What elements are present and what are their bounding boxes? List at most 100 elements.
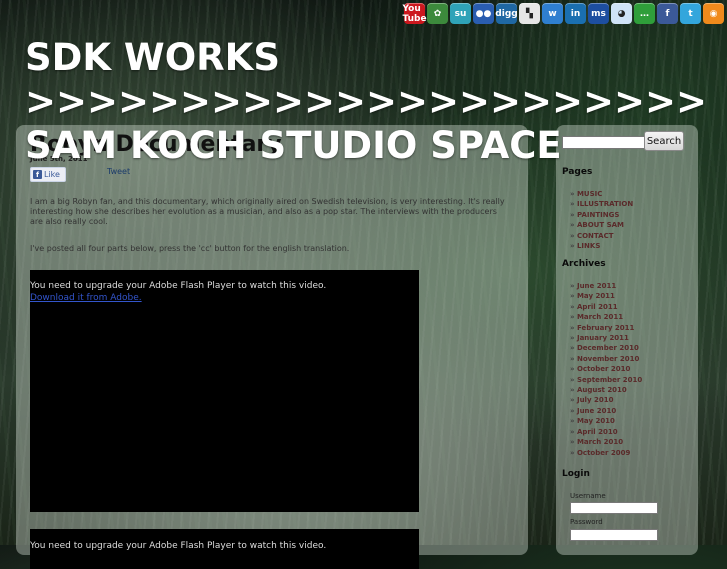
myspace-icon[interactable]: ms <box>588 3 609 24</box>
archive-link-label: January 2011 <box>576 334 629 343</box>
like-label: Like <box>44 170 60 179</box>
password-field[interactable] <box>570 529 658 541</box>
flash-video-embed[interactable]: You need to upgrade your Adobe Flash Pla… <box>30 270 419 512</box>
twitter-icon[interactable]: t <box>680 3 701 24</box>
flash-upgrade-message: You need to upgrade your Adobe Flash Pla… <box>30 281 327 291</box>
bullet-icon: » <box>570 221 577 230</box>
flickr-icon[interactable]: ●● <box>473 3 494 24</box>
archive-link-label: May 2010 <box>576 417 615 426</box>
password-label: Password <box>570 518 603 526</box>
archive-link-label: March 2011 <box>576 313 624 322</box>
bullet-icon: » <box>570 323 577 332</box>
bullet-icon: » <box>570 242 577 251</box>
bullet-icon: » <box>570 302 577 311</box>
archive-link-label: May 2011 <box>576 292 615 301</box>
archive-link[interactable]: » June 2011 <box>570 281 642 291</box>
youtube-icon[interactable]: You Tube <box>402 3 427 24</box>
archives-heading: Archives <box>562 259 606 269</box>
archive-link[interactable]: » September 2010 <box>570 375 642 385</box>
archive-link[interactable]: » April 2011 <box>570 302 642 312</box>
archive-link-label: July 2010 <box>576 396 614 405</box>
archive-link[interactable]: » May 2011 <box>570 291 642 301</box>
bullet-icon: » <box>570 292 577 301</box>
archive-link-label: April 2010 <box>576 427 618 436</box>
post-body-paragraph: I am a big Robyn fan, and this documenta… <box>30 197 505 226</box>
username-field[interactable] <box>570 502 658 514</box>
post-body-paragraph-2: I've posted all four parts below, press … <box>30 244 350 253</box>
bullet-icon: » <box>570 386 577 395</box>
bullet-icon: » <box>570 438 577 447</box>
archive-link-label: September 2010 <box>576 375 643 384</box>
linkedin-icon[interactable]: in <box>565 3 586 24</box>
archive-link-label: August 2010 <box>576 386 627 395</box>
site-title[interactable]: SDK WORKS >>>>>>>>>>>>>>>>>>>>>> SAM KOC… <box>25 36 725 168</box>
archive-link[interactable]: » March 2010 <box>570 437 642 447</box>
flash-upgrade-message-2: You need to upgrade your Adobe Flash Pla… <box>30 541 327 551</box>
page-link-label: ABOUT SAM <box>576 221 624 230</box>
archives-list: » June 2011» May 2011» April 2011» March… <box>570 281 642 458</box>
bullet-icon: » <box>570 365 577 374</box>
bullet-icon: » <box>570 334 577 343</box>
bullet-icon: » <box>570 231 577 240</box>
login-heading: Login <box>562 469 590 479</box>
archive-link[interactable]: » February 2011 <box>570 323 642 333</box>
tweet-button[interactable]: Tweet <box>107 167 130 176</box>
archive-link-label: February 2011 <box>576 323 635 332</box>
chat-icon[interactable]: … <box>634 3 655 24</box>
archive-link[interactable]: » April 2010 <box>570 427 642 437</box>
archive-link[interactable]: » July 2010 <box>570 395 642 405</box>
archive-link[interactable]: » November 2010 <box>570 354 642 364</box>
facebook-icon: f <box>33 170 42 179</box>
page-link-label: CONTACT <box>576 231 614 240</box>
bullet-icon: » <box>570 406 577 415</box>
bullet-icon: » <box>570 417 577 426</box>
archive-link[interactable]: » August 2010 <box>570 385 642 395</box>
archive-link[interactable]: » March 2011 <box>570 312 642 322</box>
digg-icon[interactable]: digg <box>495 3 518 24</box>
archive-link[interactable]: » May 2010 <box>570 416 642 426</box>
page-link[interactable]: » ILLUSTRATION <box>570 199 633 209</box>
bullet-icon: » <box>570 396 577 405</box>
rss-icon[interactable]: ◉ <box>703 3 724 24</box>
page-link-label: PAINTINGS <box>576 210 620 219</box>
archive-link[interactable]: » January 2011 <box>570 333 642 343</box>
archive-link[interactable]: » October 2010 <box>570 364 642 374</box>
flash-download-link[interactable]: Download it from Adobe. <box>30 293 142 303</box>
username-label: Username <box>570 492 606 500</box>
stumbleupon-icon[interactable]: su <box>450 3 471 24</box>
delicious-icon[interactable]: ▚ <box>519 3 540 24</box>
bullet-icon: » <box>570 448 577 457</box>
archive-link-label: June 2010 <box>576 406 617 415</box>
bullet-icon: » <box>570 200 577 209</box>
archive-link[interactable]: » December 2010 <box>570 343 642 353</box>
bullet-icon: » <box>570 354 577 363</box>
bullet-icon: » <box>570 344 577 353</box>
windows-live-icon[interactable]: w <box>542 3 563 24</box>
reddit-icon[interactable]: ◕ <box>611 3 632 24</box>
page-link[interactable]: » CONTACT <box>570 231 633 241</box>
archive-link[interactable]: » October 2009 <box>570 448 642 458</box>
social-bookmark-bar: You Tube ✿ su ●● digg ▚ w in ms ◕… f t ◉ <box>402 3 724 24</box>
page-link[interactable]: » MUSIC <box>570 189 633 199</box>
bullet-icon: » <box>570 375 577 384</box>
archive-link-label: June 2011 <box>576 282 617 290</box>
archive-link-label: November 2010 <box>576 354 640 363</box>
archive-link-label: April 2011 <box>576 302 618 311</box>
page-link[interactable]: » PAINTINGS <box>570 210 633 220</box>
pages-list: » MUSIC» ILLUSTRATION» PAINTINGS» ABOUT … <box>570 189 633 251</box>
page-link-label: MUSIC <box>576 190 603 198</box>
archive-link-label: December 2010 <box>576 344 639 353</box>
facebook-like-button[interactable]: f Like <box>30 167 66 182</box>
pages-heading: Pages <box>562 167 593 177</box>
bullet-icon: » <box>570 427 577 436</box>
page-link[interactable]: » ABOUT SAM <box>570 220 633 230</box>
facebook-icon[interactable]: f <box>657 3 678 24</box>
page-link[interactable]: » LINKS <box>570 241 633 251</box>
archive-link[interactable]: » June 2010 <box>570 406 642 416</box>
flash-video-embed-2[interactable]: You need to upgrade your Adobe Flash Pla… <box>30 529 419 569</box>
delicious-leaf-icon[interactable]: ✿ <box>427 3 448 24</box>
bullet-icon: » <box>570 210 577 219</box>
archive-link-label: October 2010 <box>576 365 631 374</box>
bullet-icon: » <box>570 313 577 322</box>
archive-link-label: March 2010 <box>576 438 624 447</box>
